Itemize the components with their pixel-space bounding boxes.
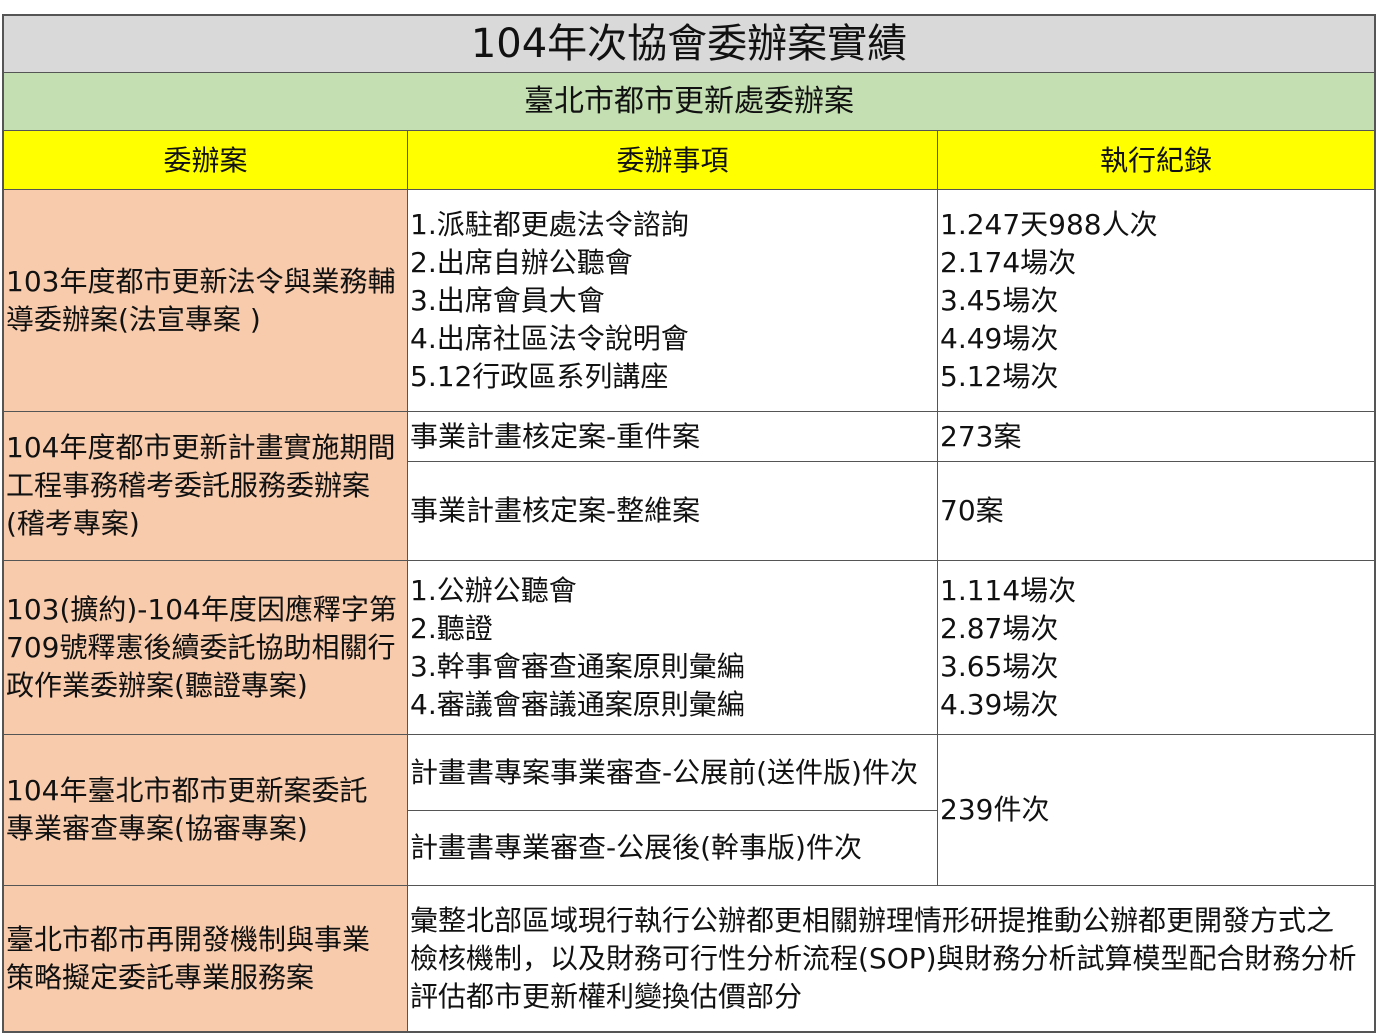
case-text: 臺北市都市再開發機制與事業策略擬定委託專業服務案: [6, 922, 371, 994]
item-line: 2.出席自辦公聽會: [410, 245, 633, 279]
item-line: 3.幹事會審查通案原則彙編: [410, 649, 745, 683]
achievements-table: 104年次協會委辦案實績 臺北市都市更新處委辦案 委辦案 委辦事項 執行紀錄 1…: [2, 14, 1376, 1033]
item-line: 2.聽證: [410, 611, 493, 645]
record-line: 4.49場次: [940, 321, 1059, 355]
record-line: 2.87場次: [940, 611, 1059, 645]
case-cell: 103年度都市更新法令與業務輔導委辦案(法宣專案 ): [4, 190, 408, 412]
items-cell: 事業計畫核定案-重件案: [408, 412, 938, 462]
header-records: 執行紀錄: [938, 131, 1374, 190]
case-cell: 104年度都市更新計畫實施期間工程事務稽考委託服務委辦案(稽考專案): [4, 412, 408, 561]
record-line: 239件次: [940, 793, 1050, 826]
header-case: 委辦案: [4, 131, 408, 190]
record-line: 1.247天988人次: [940, 207, 1158, 241]
record-line: 5.12場次: [940, 359, 1059, 393]
items-cell: 計畫書專案事業審查-公展前(送件版)件次: [408, 735, 938, 811]
item-line: 1.派駐都更處法令諮詢: [410, 207, 689, 241]
header-items: 委辦事項: [408, 131, 938, 190]
record-line: 1.114場次: [940, 573, 1077, 607]
items-cell: 1.派駐都更處法令諮詢 2.出席自辦公聽會 3.出席會員大會 4.出席社區法令說…: [408, 190, 938, 412]
records-cell: 273案: [938, 412, 1374, 462]
description-text: 彙整北部區域現行執行公辦都更相關辦理情形研提推動公辦都更開發方式之檢核機制，以及…: [410, 903, 1357, 1013]
case-text: 103(擴約)-104年度因應釋字第709號釋憲後續委託協助相關行政作業委辦案(…: [6, 592, 397, 702]
item-line: 事業計畫核定案-重件案: [410, 419, 701, 453]
case-cell: 103(擴約)-104年度因應釋字第709號釋憲後續委託協助相關行政作業委辦案(…: [4, 561, 408, 735]
items-cell: 事業計畫核定案-整維案: [408, 462, 938, 561]
record-line: 3.45場次: [940, 283, 1059, 317]
item-line: 5.12行政區系列講座: [410, 359, 669, 393]
item-line: 1.公辦公聽會: [410, 573, 577, 607]
records-cell: 1.114場次 2.87場次 3.65場次 4.39場次: [938, 561, 1374, 735]
item-line: 事業計畫核定案-整維案: [410, 494, 701, 527]
item-line: 4.審議會審議通案原則彙編: [410, 687, 745, 721]
case-cell: 臺北市都市再開發機制與事業策略擬定委託專業服務案: [4, 886, 408, 1031]
item-line: 3.出席會員大會: [410, 283, 605, 317]
items-cell: 1.公辦公聽會 2.聽證 3.幹事會審查通案原則彙編 4.審議會審議通案原則彙編: [408, 561, 938, 735]
item-line: 計畫書專案事業審查-公展前(送件版)件次: [410, 755, 918, 789]
case-text: 103年度都市更新法令與業務輔導委辦案(法宣專案 ): [6, 264, 396, 336]
description-cell: 彙整北部區域現行執行公辦都更相關辦理情形研提推動公辦都更開發方式之檢核機制，以及…: [408, 886, 1374, 1031]
case-cell: 104年臺北市都市更新案委託專業審查專案(協審專案): [4, 735, 408, 886]
records-cell: 239件次: [938, 735, 1374, 886]
case-text: 104年臺北市都市更新案委託專業審查專案(協審專案): [6, 774, 368, 845]
records-cell: 70案: [938, 462, 1374, 561]
record-line: 2.174場次: [940, 245, 1077, 279]
item-line: 4.出席社區法令說明會: [410, 321, 689, 355]
record-line: 70案: [940, 494, 1004, 527]
record-line: 273案: [940, 419, 1022, 453]
records-cell: 1.247天988人次 2.174場次 3.45場次 4.49場次 5.12場次: [938, 190, 1374, 412]
item-line: 計畫書專業審查-公展後(幹事版)件次: [410, 831, 862, 864]
case-text: 104年度都市更新計畫實施期間工程事務稽考委託服務委辦案(稽考專案): [6, 431, 396, 540]
record-line: 4.39場次: [940, 687, 1059, 721]
items-cell: 計畫書專業審查-公展後(幹事版)件次: [408, 811, 938, 886]
table-title: 104年次協會委辦案實績: [4, 16, 1374, 73]
table-subtitle: 臺北市都市更新處委辦案: [4, 73, 1374, 131]
record-line: 3.65場次: [940, 649, 1059, 683]
